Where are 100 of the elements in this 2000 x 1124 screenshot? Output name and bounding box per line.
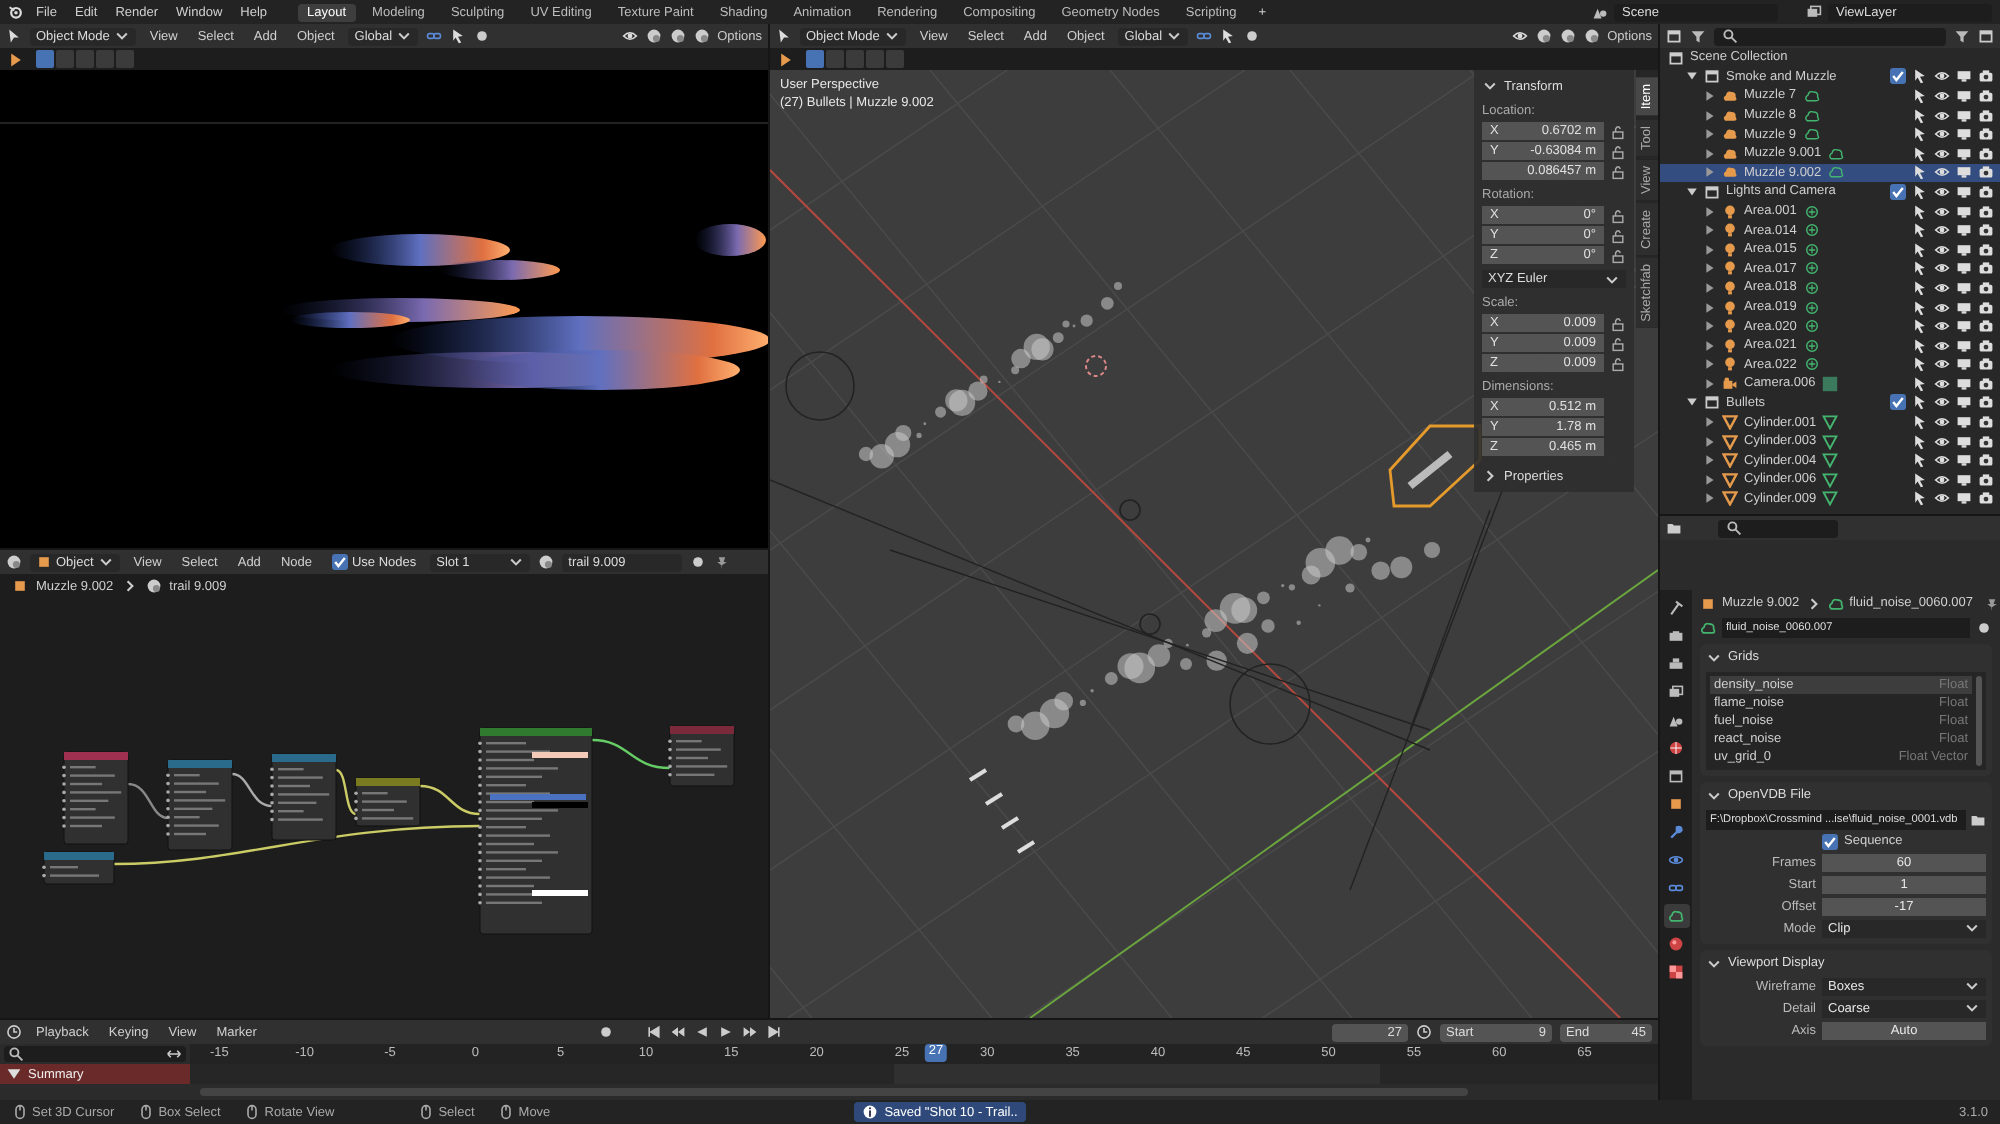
monitor-icon[interactable] (1956, 260, 1972, 277)
shader-node[interactable] (668, 725, 735, 787)
lock-icon[interactable] (1610, 247, 1626, 263)
camera-icon[interactable] (1978, 375, 1994, 392)
eye-icon[interactable] (1934, 318, 1950, 335)
monitor-icon[interactable] (1956, 87, 1972, 104)
pin-icon[interactable] (1984, 595, 2000, 611)
camera-icon[interactable] (1978, 164, 1994, 181)
disclosure-triangle-icon[interactable] (1704, 109, 1716, 122)
disclosure-triangle-icon[interactable] (1704, 224, 1716, 237)
camera-icon[interactable] (1978, 471, 1994, 488)
camera-icon[interactable] (1978, 318, 1994, 335)
disclosure-triangle-icon[interactable] (1704, 281, 1716, 294)
camera-icon[interactable] (1978, 222, 1994, 239)
material-sphere-icon[interactable] (538, 554, 555, 570)
lock-icon[interactable] (1610, 355, 1626, 371)
bulb-icon[interactable] (1804, 356, 1820, 373)
monitor-icon[interactable] (1956, 452, 1972, 469)
eye-icon[interactable] (1934, 241, 1950, 258)
eye-icon[interactable] (1934, 126, 1950, 143)
camera-icon[interactable] (1978, 260, 1994, 277)
scene-icon[interactable] (1592, 4, 1608, 20)
disclosure-triangle-icon[interactable] (1704, 89, 1716, 102)
eye-icon[interactable] (1934, 107, 1950, 124)
monitor-icon[interactable] (1956, 203, 1972, 220)
bulb-icon[interactable] (1804, 299, 1820, 316)
monitor-icon[interactable] (1956, 279, 1972, 296)
camera-icon[interactable] (1978, 490, 1994, 507)
clock-icon[interactable] (6, 1024, 22, 1040)
camera-icon[interactable] (1978, 279, 1994, 296)
eye-icon[interactable] (1934, 279, 1950, 296)
cloud-icon[interactable] (1700, 619, 1716, 635)
camera-icon[interactable] (1978, 356, 1994, 373)
record-icon[interactable] (598, 1024, 615, 1040)
lock-icon[interactable] (1610, 207, 1626, 223)
monitor-icon[interactable] (1956, 356, 1972, 373)
monitor-icon[interactable] (1956, 222, 1972, 239)
monitor-icon[interactable] (1956, 145, 1972, 162)
stopwatch-icon[interactable] (1416, 1024, 1432, 1040)
folder-icon[interactable] (1970, 811, 1986, 827)
logo-icon[interactable] (8, 4, 24, 20)
disclosure-triangle-icon[interactable] (1704, 243, 1716, 256)
bulb-icon[interactable] (1804, 318, 1820, 335)
rewind-icon[interactable] (670, 1024, 687, 1040)
link-icon[interactable] (426, 28, 443, 44)
monitor-icon[interactable] (1956, 68, 1972, 85)
eye-icon[interactable] (1934, 145, 1950, 162)
bulb-icon[interactable] (1804, 203, 1820, 220)
pin-icon[interactable] (714, 554, 731, 570)
lock-icon[interactable] (1610, 335, 1626, 351)
checkbox[interactable] (1890, 68, 1906, 85)
play-back-icon[interactable] (694, 1024, 711, 1040)
disclosure-triangle-icon[interactable] (1686, 396, 1698, 409)
link-icon[interactable] (1196, 28, 1213, 44)
monitor-icon[interactable] (1956, 126, 1972, 143)
monitor-icon[interactable] (1956, 337, 1972, 354)
camera-icon[interactable] (1978, 203, 1994, 220)
camera-data-icon[interactable] (1821, 375, 1838, 392)
bulb-icon[interactable] (1804, 241, 1820, 258)
disclosure-triangle-icon[interactable] (1686, 185, 1698, 198)
monitor-icon[interactable] (1956, 490, 1972, 507)
lock-icon[interactable] (1610, 123, 1626, 139)
disclosure-triangle-icon[interactable] (1704, 473, 1716, 486)
shader-node[interactable] (478, 727, 593, 935)
camera-icon[interactable] (1978, 87, 1994, 104)
disclosure-triangle-icon[interactable] (1704, 492, 1716, 505)
play-icon[interactable] (718, 1024, 735, 1040)
disclosure-triangle-icon[interactable] (1704, 205, 1716, 218)
camera-icon[interactable] (1978, 452, 1994, 469)
monitor-icon[interactable] (1956, 394, 1972, 411)
eye-icon[interactable] (1934, 203, 1950, 220)
disclosure-triangle-icon[interactable] (1704, 301, 1716, 314)
camera-icon[interactable] (1978, 433, 1994, 450)
bulb-icon[interactable] (1804, 279, 1820, 296)
monitor-icon[interactable] (1956, 164, 1972, 181)
checkbox[interactable] (1890, 394, 1906, 411)
disclosure-triangle-icon[interactable] (1704, 377, 1716, 390)
disclosure-triangle-icon[interactable] (1704, 147, 1716, 160)
eye-icon[interactable] (1934, 375, 1950, 392)
shader-node[interactable] (42, 851, 115, 885)
monitor-icon[interactable] (1956, 414, 1972, 431)
disclosure-triangle-icon[interactable] (1704, 454, 1716, 467)
monitor-icon[interactable] (1956, 183, 1972, 200)
camera-icon[interactable] (1978, 394, 1994, 411)
monitor-icon[interactable] (1956, 471, 1972, 488)
camera-icon[interactable] (1978, 68, 1994, 85)
eye-icon[interactable] (621, 28, 638, 44)
filter-icon[interactable] (1954, 28, 1970, 44)
search-field[interactable] (1714, 27, 1946, 45)
monitor-icon[interactable] (1956, 433, 1972, 450)
bulb-icon[interactable] (1804, 222, 1820, 239)
shader-node[interactable] (270, 753, 337, 841)
eye-icon[interactable] (1934, 222, 1950, 239)
checkbox[interactable] (1890, 183, 1906, 200)
lock-icon[interactable] (1610, 227, 1626, 243)
disclosure-triangle-icon[interactable] (1704, 416, 1716, 429)
disclosure-triangle-icon[interactable] (1704, 339, 1716, 352)
camera-icon[interactable] (1978, 414, 1994, 431)
eye-icon[interactable] (1934, 164, 1950, 181)
camera-icon[interactable] (1978, 299, 1994, 316)
